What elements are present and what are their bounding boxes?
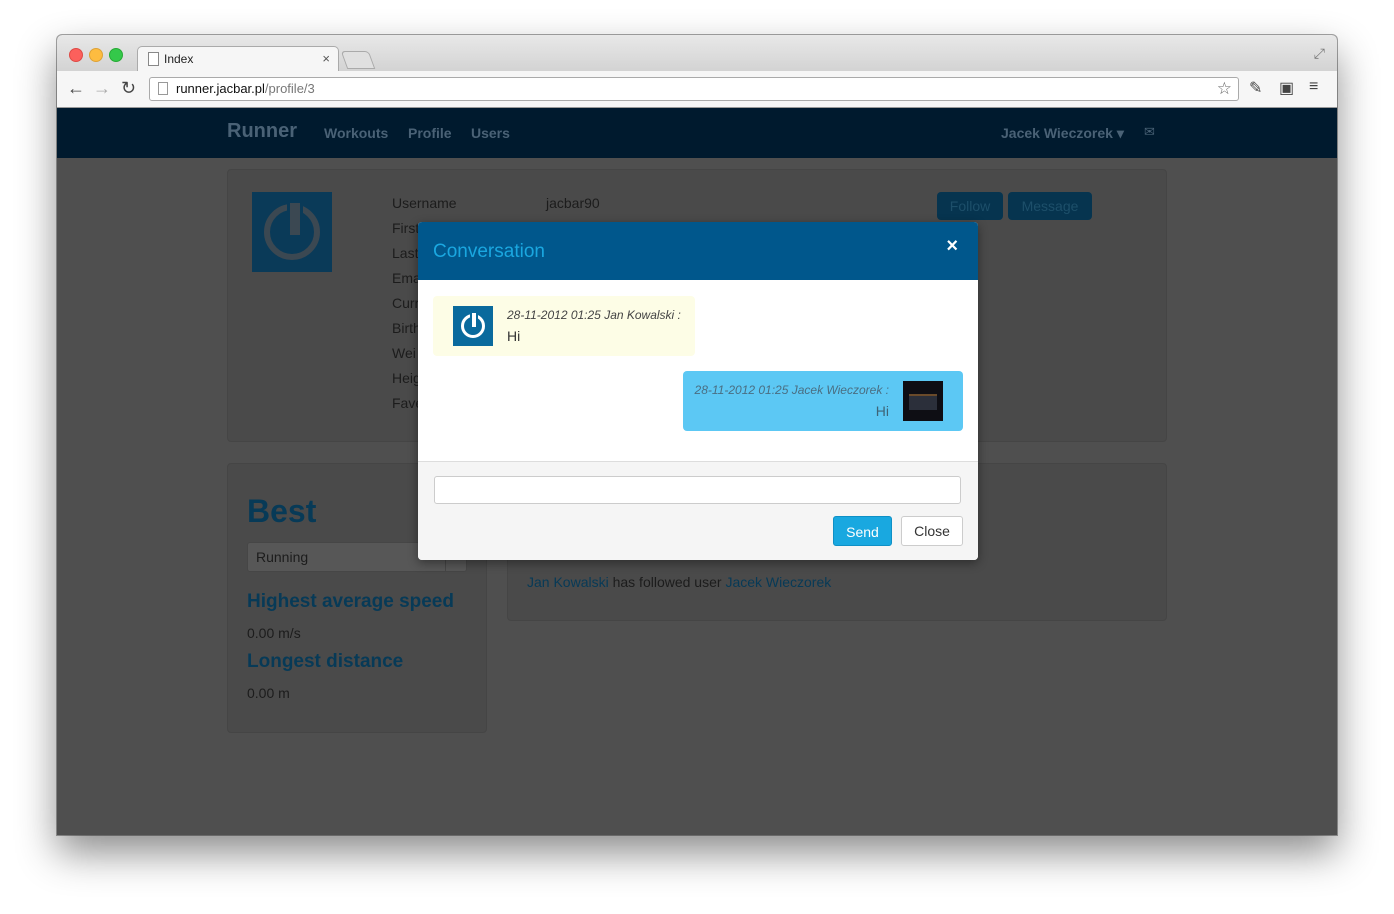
activity-text: has followed user	[608, 574, 726, 590]
stat-title-distance: Longest distance	[247, 651, 404, 672]
window-close-button[interactable]	[69, 48, 83, 62]
modal-title: Conversation	[433, 241, 545, 262]
best-title: Best	[247, 493, 317, 529]
browser-toolbar: ← → ↻ runner.jacbar.pl/profile/3 ☆ ✎ ▣ ≡	[57, 71, 1337, 108]
field-label-weight: Wei	[392, 345, 416, 361]
extension-icon[interactable]: ▣	[1279, 78, 1294, 98]
back-arrow-icon[interactable]: ←	[67, 78, 85, 99]
field-label-current: Curr	[392, 295, 420, 311]
page-icon	[148, 52, 159, 66]
address-bar[interactable]: runner.jacbar.pl/profile/3 ☆	[149, 77, 1239, 101]
new-tab-button[interactable]	[340, 51, 376, 69]
message-text: Hi	[507, 328, 521, 344]
browser-window: Index × ⤢ ← → ↻ runner.jacbar.pl/profile…	[57, 35, 1337, 835]
message-outgoing: 28-11-2012 01:25 Jacek Wieczorek : Hi	[683, 371, 963, 431]
wrench-icon[interactable]: ✎	[1249, 78, 1262, 98]
nav-users[interactable]: Users	[471, 125, 510, 141]
message-button[interactable]: Message	[1008, 192, 1092, 220]
conversation-modal: Conversation × 28-11-2012 01:25 Jan Kowa…	[418, 222, 978, 560]
close-icon[interactable]: ×	[946, 235, 958, 258]
message-text: Hi	[875, 403, 889, 419]
window-zoom-button[interactable]	[109, 48, 123, 62]
select-value: Running	[256, 549, 309, 565]
field-label-last: Last	[392, 245, 419, 261]
close-button[interactable]: Close	[901, 516, 963, 546]
menu-icon[interactable]: ≡	[1309, 78, 1318, 96]
stat-value-speed: 0.00 m/s	[247, 625, 301, 641]
avatar	[903, 381, 943, 421]
tab-close-icon[interactable]: ×	[322, 51, 330, 66]
fullscreen-icon[interactable]: ⤢	[1314, 45, 1325, 62]
message-incoming: 28-11-2012 01:25 Jan Kowalski : Hi	[433, 296, 695, 356]
field-label-email: Ema	[392, 270, 421, 286]
nav-profile[interactable]: Profile	[408, 125, 452, 141]
reload-icon[interactable]: ↻	[121, 78, 136, 99]
activity-target-link[interactable]: Jacek Wieczorek	[725, 574, 831, 590]
message-meta: 28-11-2012 01:25 Jacek Wieczorek :	[694, 383, 889, 397]
activity-item: Jan Kowalski has followed user Jacek Wie…	[527, 574, 831, 590]
profile-avatar	[252, 192, 332, 272]
url-host: runner.jacbar.pl	[176, 81, 265, 96]
message-input[interactable]	[434, 476, 961, 504]
message-meta: 28-11-2012 01:25 Jan Kowalski :	[507, 308, 681, 322]
url-text[interactable]: runner.jacbar.pl/profile/3	[176, 81, 315, 96]
power-icon-bar	[287, 200, 303, 238]
field-label-height: Heig	[392, 370, 421, 386]
page-icon	[158, 82, 168, 95]
brand-logo[interactable]: Runner	[227, 120, 297, 143]
browser-tab[interactable]: Index ×	[137, 46, 339, 72]
mail-icon[interactable]: ✉	[1144, 124, 1155, 140]
send-button[interactable]: Send	[833, 516, 892, 546]
follow-button[interactable]: Follow	[937, 192, 1003, 220]
top-navbar: Runner Workouts Profile Users Jacek Wiec…	[57, 108, 1337, 158]
stat-value-distance: 0.00 m	[247, 685, 290, 701]
bookmark-star-icon[interactable]: ☆	[1217, 79, 1232, 99]
user-dropdown[interactable]: Jacek Wieczorek ▾	[1001, 125, 1124, 142]
tab-strip: Index × ⤢	[57, 35, 1337, 72]
nav-workouts[interactable]: Workouts	[324, 125, 388, 141]
url-path: /profile/3	[264, 81, 315, 96]
field-label-username: Username	[392, 195, 457, 211]
window-minimize-button[interactable]	[89, 48, 103, 62]
field-value-username: jacbar90	[546, 195, 600, 211]
avatar	[453, 306, 493, 346]
avatar-photo	[909, 394, 937, 410]
field-label-birth: Birth	[392, 320, 421, 336]
activity-actor-link[interactable]: Jan Kowalski	[527, 574, 609, 590]
tab-title: Index	[164, 52, 194, 66]
field-label-first: First	[392, 220, 420, 236]
modal-footer: Send Close	[418, 461, 978, 560]
stat-title-speed: Highest average speed	[247, 591, 454, 612]
forward-arrow-icon[interactable]: →	[93, 78, 111, 99]
page-content: Runner Workouts Profile Users Jacek Wiec…	[57, 108, 1337, 835]
modal-header: Conversation ×	[418, 222, 978, 280]
power-icon-bar	[470, 311, 478, 329]
